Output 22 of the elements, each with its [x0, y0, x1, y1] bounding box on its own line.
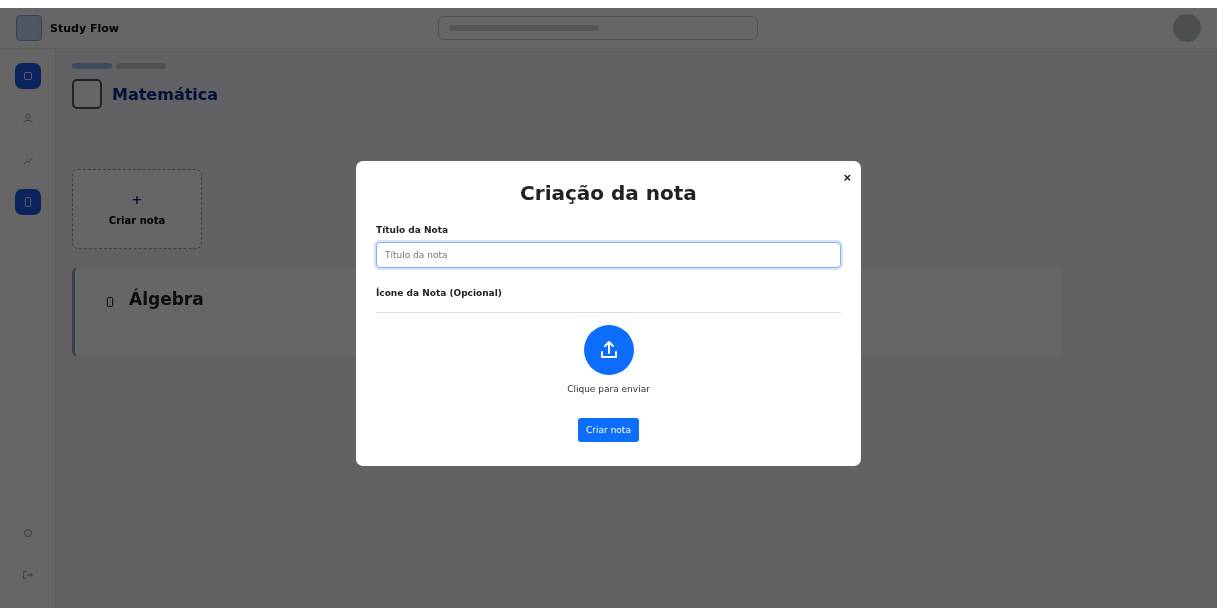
subject-title: Matemática — [112, 84, 219, 104]
input-field[interactable]: Título da nota — [376, 242, 841, 268]
app-logo-icon — [16, 15, 42, 41]
create-note-label: Criar nota — [108, 215, 166, 226]
modal-title: Criação da nota — [519, 181, 698, 205]
field-label: Título da Nota — [376, 225, 450, 235]
plus-icon: + — [131, 192, 143, 207]
sidebar-item[interactable] — [14, 63, 41, 89]
close-button[interactable]: × — [839, 171, 855, 184]
breadcrumb-link[interactable] — [72, 63, 112, 69]
field-label: Ícone da Nota (Opcional) — [376, 288, 503, 298]
logout-icon — [20, 568, 35, 582]
sidebar-item[interactable] — [14, 189, 41, 215]
upload-button[interactable] — [583, 325, 634, 375]
create-note-card[interactable]: + Criar nota — [72, 169, 202, 249]
app-name: Study Flow — [50, 21, 120, 35]
avatar[interactable] — [1173, 14, 1201, 42]
note-title: Álgebra — [129, 289, 204, 309]
subject-icon — [72, 79, 102, 109]
upload-hint: Clique para enviar — [567, 384, 650, 394]
create-note-button[interactable]: Criar nota — [578, 418, 639, 442]
user-icon — [20, 111, 35, 125]
